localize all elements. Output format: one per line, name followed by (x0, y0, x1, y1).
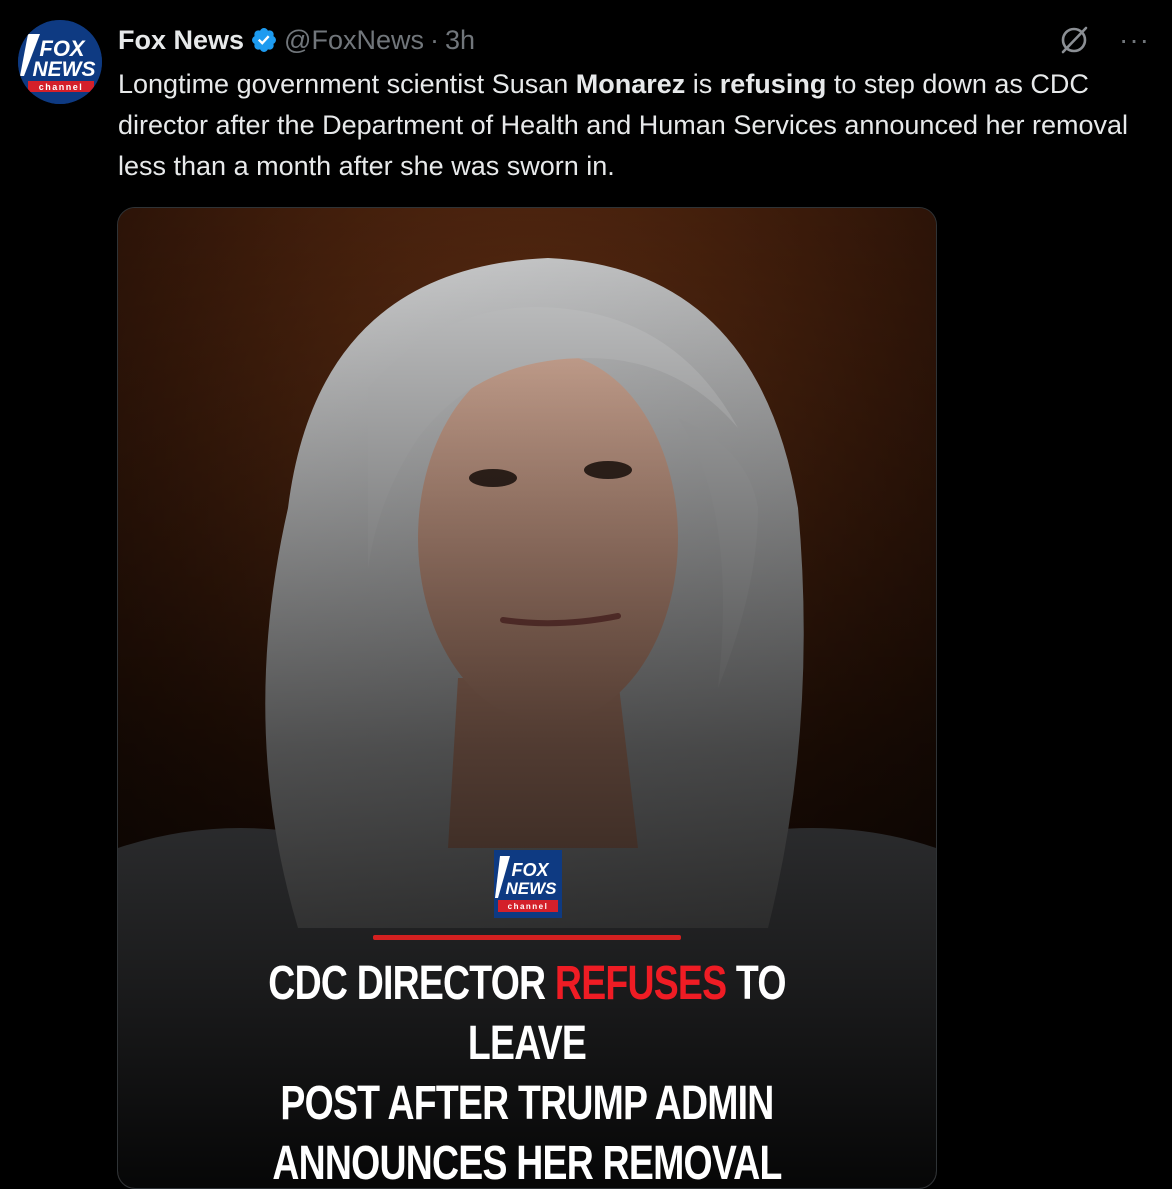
verified-badge-icon[interactable] (250, 26, 278, 54)
headline-before: CDC DIRECTOR (268, 957, 555, 1010)
more-icon[interactable]: ··· (1119, 26, 1150, 54)
tweet-actions: ··· (1057, 20, 1150, 60)
avatar[interactable]: FOX NEWS channel (18, 20, 102, 104)
tweet[interactable]: FOX NEWS channel Fox News @FoxNews · 3h … (0, 0, 1172, 1189)
media-logo-line1: FOX (511, 860, 549, 880)
avatar-logo-line2: NEWS (33, 58, 96, 81)
media-logo-line2: NEWS (506, 879, 558, 898)
tweet-text-part1: Longtime government scientist Susan (118, 69, 576, 99)
media-logo-line3: channel (508, 902, 549, 911)
fox-news-channel-logo: FOX NEWS channel (494, 850, 562, 918)
separator-dot: · (429, 24, 439, 55)
avatar-logo-line3: channel (39, 82, 84, 92)
grok-icon[interactable] (1057, 23, 1091, 57)
headline-line2: POST AFTER TRUMP ADMIN (280, 1077, 774, 1130)
headline-line1: CDC DIRECTOR REFUSES TO LEAVE (208, 954, 846, 1074)
display-name[interactable]: Fox News (118, 25, 244, 56)
image-headline: CDC DIRECTOR REFUSES TO LEAVE POST AFTER… (208, 954, 846, 1189)
tweet-text: Longtime government scientist Susan Mona… (118, 64, 1158, 187)
tweet-text-bold-monarez: Monarez (575, 69, 686, 99)
headline-highlight: REFUSES (554, 957, 727, 1010)
tweet-header: Fox News @FoxNews · 3h (118, 20, 475, 60)
tweet-text-part2: is (685, 69, 720, 99)
headline-divider (373, 935, 681, 940)
fox-news-logo: FOX NEWS channel (18, 20, 102, 104)
tweet-text-bold-refusing: refusing (719, 69, 827, 99)
headline-line3: ANNOUNCES HER REMOVAL (272, 1137, 782, 1189)
media-image[interactable]: FOX NEWS channel CDC DIRECTOR REFUSES TO… (117, 207, 937, 1189)
handle[interactable]: @FoxNews (284, 25, 424, 56)
timestamp[interactable]: 3h (445, 25, 475, 56)
